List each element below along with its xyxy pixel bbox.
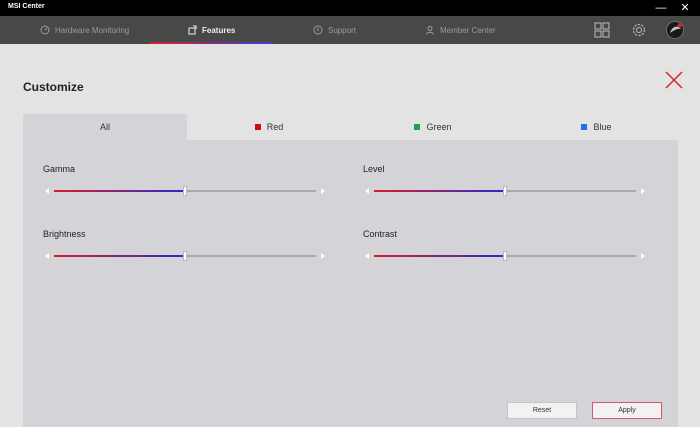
increase-arrow-icon[interactable] xyxy=(321,188,325,194)
close-icon[interactable] xyxy=(664,70,684,90)
slider-fill xyxy=(54,190,185,192)
tab-label: Blue xyxy=(593,122,612,132)
tab-label: Green xyxy=(426,122,452,132)
decrease-arrow-icon[interactable] xyxy=(365,253,369,259)
reset-button[interactable]: Reset xyxy=(507,402,577,419)
title-bar: MSI Center — ✕ xyxy=(0,0,700,16)
increase-arrow-icon[interactable] xyxy=(641,188,645,194)
app-title: MSI Center xyxy=(8,3,45,10)
slider-track xyxy=(54,251,316,261)
slider-thumb[interactable] xyxy=(183,251,187,261)
increase-arrow-icon[interactable] xyxy=(641,253,645,259)
apply-button[interactable]: Apply xyxy=(592,402,662,419)
tab-hardware-monitoring[interactable]: Hardware Monitoring xyxy=(40,16,129,44)
gauge-icon xyxy=(40,25,50,35)
decrease-arrow-icon[interactable] xyxy=(365,188,369,194)
slider-fill xyxy=(54,255,185,257)
main-nav: Hardware Monitoring Features Support Mem… xyxy=(0,16,700,44)
level-slider[interactable] xyxy=(365,185,645,197)
level-label: Level xyxy=(363,164,385,174)
tab-member-center[interactable]: Member Center xyxy=(425,16,496,44)
tab-channel-blue[interactable]: Blue xyxy=(515,114,678,140)
tab-label: Member Center xyxy=(440,25,496,35)
blue-swatch-icon xyxy=(581,124,588,130)
increase-arrow-icon[interactable] xyxy=(321,253,325,259)
support-icon xyxy=(313,25,323,35)
member-icon xyxy=(426,26,434,35)
tab-label: Red xyxy=(266,122,284,132)
slider-thumb[interactable] xyxy=(503,186,507,196)
contrast-slider[interactable] xyxy=(365,250,645,262)
slider-track xyxy=(374,186,636,196)
gamma-label: Gamma xyxy=(43,164,76,174)
tab-label: All xyxy=(99,122,110,132)
decrease-arrow-icon[interactable] xyxy=(45,188,49,194)
brightness-label: Brightness xyxy=(43,229,86,239)
tab-channel-green[interactable]: Green xyxy=(351,114,515,140)
tab-channel-all[interactable]: All xyxy=(23,114,187,140)
green-swatch-icon xyxy=(414,124,421,130)
gamma-slider[interactable] xyxy=(45,185,325,197)
settings-gear-icon[interactable] xyxy=(630,21,648,39)
decrease-arrow-icon[interactable] xyxy=(45,253,49,259)
slider-track xyxy=(54,186,316,196)
slider-thumb[interactable] xyxy=(183,186,187,196)
brightness-slider[interactable] xyxy=(45,250,325,262)
tab-channel-red[interactable]: Red xyxy=(187,114,351,140)
profile-avatar-icon[interactable] xyxy=(666,21,684,39)
page-title: Customize xyxy=(23,80,84,94)
slider-fill xyxy=(374,190,505,192)
tab-features[interactable]: Features xyxy=(187,16,235,44)
slider-panel xyxy=(23,140,678,427)
red-swatch-icon xyxy=(254,124,261,130)
customize-panel: Customize All Red Green Blue Gamma Level xyxy=(0,44,700,427)
minimize-button[interactable]: — xyxy=(654,1,668,15)
window-close-button[interactable]: ✕ xyxy=(678,1,692,15)
slider-thumb[interactable] xyxy=(503,251,507,261)
tab-label: Hardware Monitoring xyxy=(55,25,130,35)
apps-grid-icon[interactable] xyxy=(593,21,611,39)
tab-label: Support xyxy=(328,25,357,35)
features-icon xyxy=(188,25,197,35)
slider-track xyxy=(374,251,636,261)
tab-label: Features xyxy=(202,25,236,35)
tab-support[interactable]: Support xyxy=(313,16,356,44)
contrast-label: Contrast xyxy=(363,229,398,239)
slider-fill xyxy=(374,255,505,257)
